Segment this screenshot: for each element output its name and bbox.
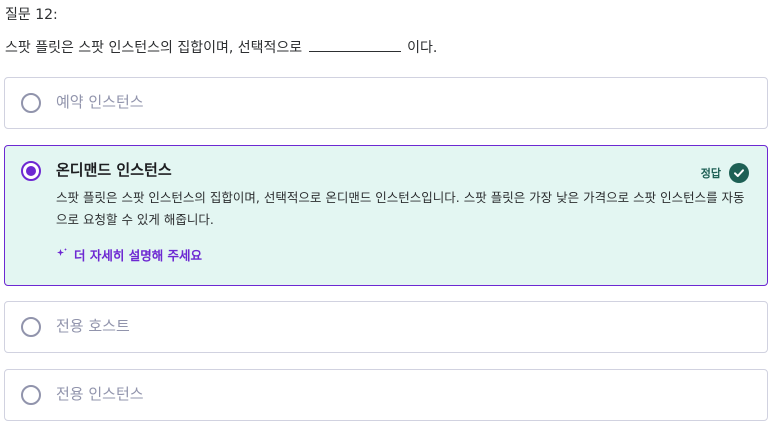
radio-dot [26,166,36,176]
radio-button[interactable] [21,385,41,405]
question-text: 스팟 플릿은 스팟 인스턴스의 집합이며, 선택적으로 이다. [5,38,765,58]
radio-button[interactable] [21,93,41,113]
answer-option-label: 예약 인스턴스 [56,93,144,111]
explain-more-button[interactable]: 더 자세히 설명해 주세요 [56,245,202,264]
correct-indicator: 정답 [701,163,749,183]
answer-option-label: 전용 호스트 [56,317,130,335]
answer-option-label: 온디맨드 인스턴스 [56,161,172,179]
correct-label: 정답 [700,167,721,180]
explain-more-label: 더 자세히 설명해 주세요 [74,248,203,263]
answer-option-4[interactable]: 전용 인스턴스 [4,369,768,421]
question-text-after: 이다. [407,40,438,56]
quiz-review: 질문 12: 스팟 플릿은 스팟 인스턴스의 집합이며, 선택적으로 이다. 예… [0,0,772,422]
answer-option-label: 전용 인스턴스 [56,385,144,403]
answer-option-3[interactable]: 전용 호스트 [4,301,768,353]
answer-explanation: 스팟 플릿은 스팟 인스턴스의 집합이며, 선택적으로 온디맨드 인스턴스입니다… [56,190,745,227]
answer-option-1[interactable]: 예약 인스턴스 [4,77,768,129]
question-number: 질문 12: [5,7,58,23]
sparkle-icon [56,247,68,262]
question-text-before: 스팟 플릿은 스팟 인스턴스의 집합이며, 선택적으로 [5,40,303,56]
check-circle-icon [729,163,749,183]
question-blank [308,38,401,52]
radio-button[interactable] [21,317,41,337]
answer-option-2[interactable]: 온디맨드 인스턴스 정답 스팟 플릿은 스팟 인스턴스의 집합이며, 선택적으로… [4,145,768,286]
radio-button-selected[interactable] [21,161,41,181]
